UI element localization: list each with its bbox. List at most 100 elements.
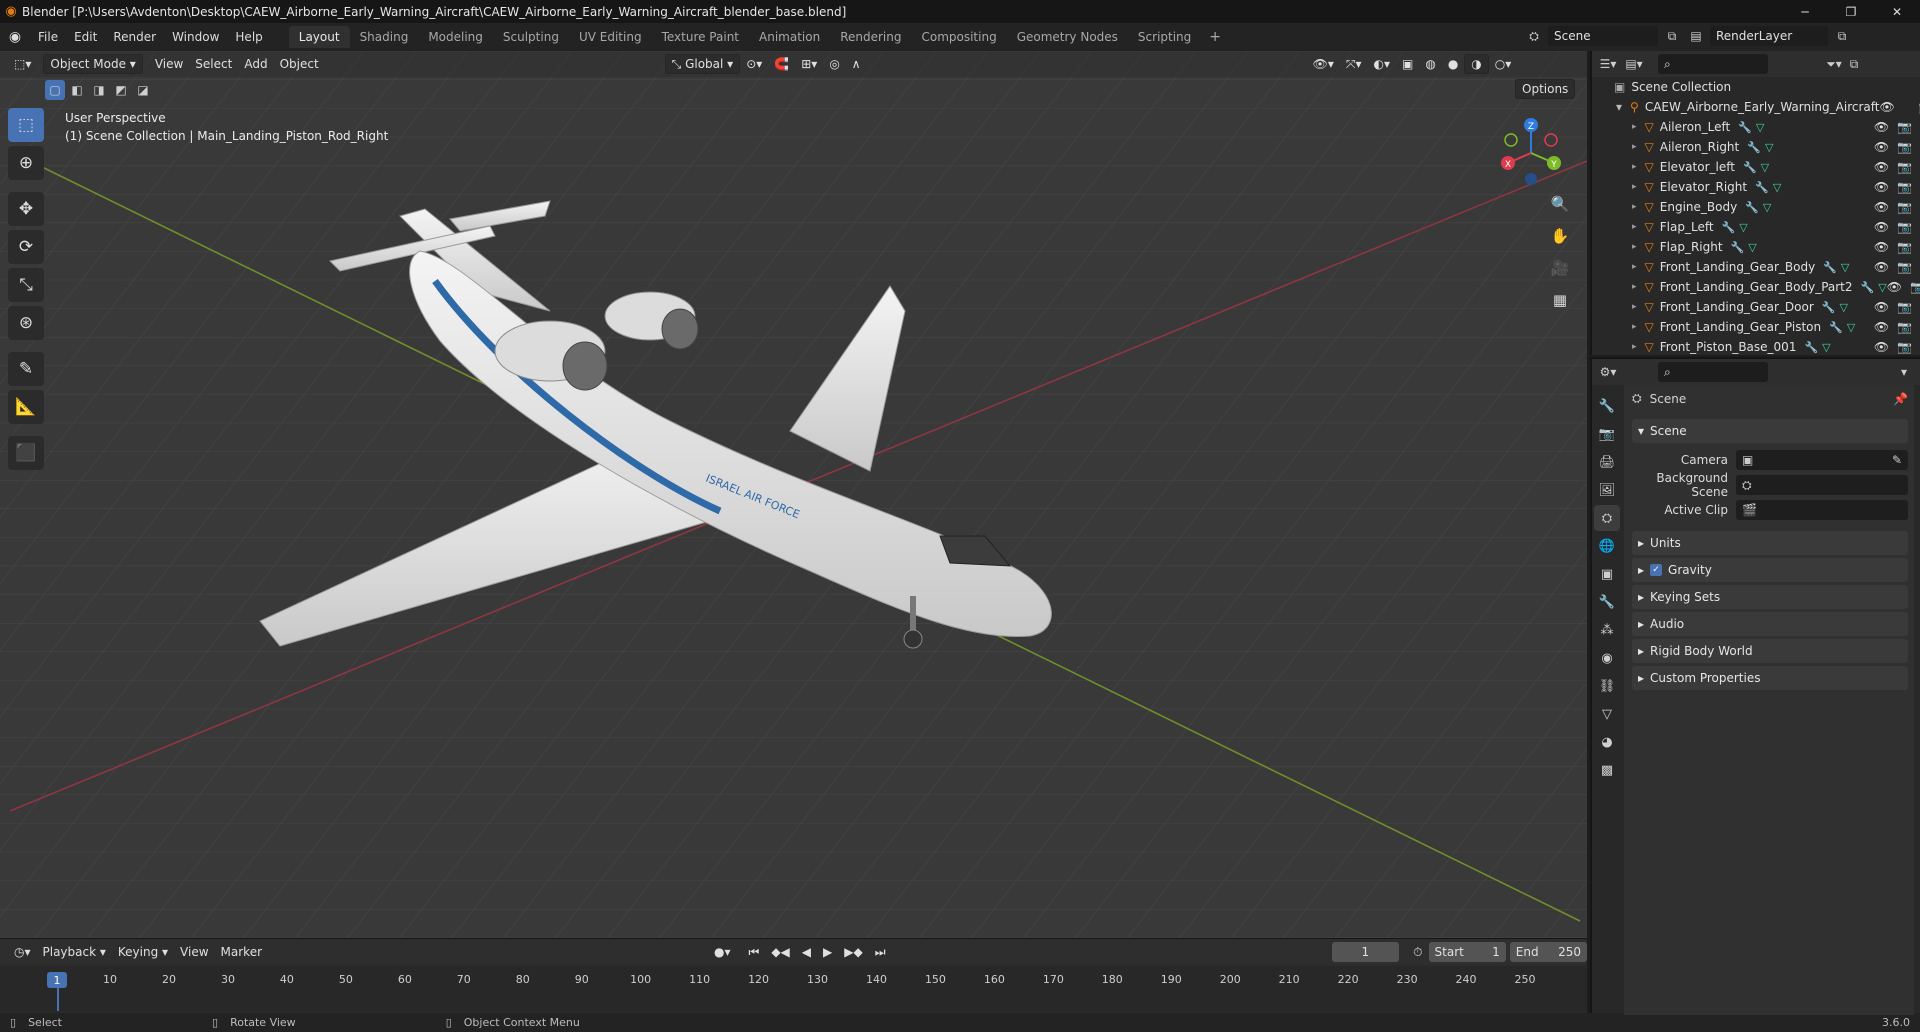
editor-type-icon[interactable]: ⬚▾: [8, 54, 37, 74]
eye-icon[interactable]: 👁: [1874, 160, 1889, 174]
aircraft-model[interactable]: ISRAEL AIR FORCE: [250, 191, 1300, 791]
modifier-tab-icon[interactable]: 🔧: [1594, 589, 1620, 615]
render-tab-icon[interactable]: 📷: [1594, 421, 1620, 447]
expand-arrow-icon[interactable]: ▾: [1616, 100, 1622, 114]
play-icon[interactable]: ▶: [817, 942, 838, 962]
navigation-gizmo[interactable]: Z Y X: [1496, 115, 1566, 185]
keying-sets-panel-header[interactable]: ▸ Keying Sets: [1632, 585, 1908, 609]
scene-field[interactable]: Scene: [1548, 26, 1658, 46]
eye-icon[interactable]: 👁: [1874, 200, 1889, 214]
playhead-frame[interactable]: 1: [47, 972, 67, 988]
eyedropper-icon[interactable]: ✎: [1892, 453, 1902, 467]
camera-toggle-icon[interactable]: 📷: [1897, 180, 1912, 194]
mesh-data-icon[interactable]: ▽: [1773, 181, 1781, 194]
scene-tab-icon[interactable]: ⛭: [1594, 505, 1620, 531]
eye-icon[interactable]: 👁: [1874, 260, 1889, 274]
rotate-icon[interactable]: ⟳: [8, 230, 44, 264]
add-workspace-icon[interactable]: +: [1201, 29, 1229, 45]
modifier-icon[interactable]: 🔧: [1738, 121, 1752, 134]
tab-scripting[interactable]: Scripting: [1128, 26, 1201, 48]
transform-icon[interactable]: ⊛: [8, 306, 44, 340]
pan-hand-icon[interactable]: ✋: [1546, 223, 1574, 249]
units-panel-header[interactable]: ▸ Units: [1632, 531, 1908, 555]
jump-start-icon[interactable]: ⏮: [743, 942, 766, 962]
tab-compositing[interactable]: Compositing: [911, 26, 1006, 48]
outliner-item[interactable]: ▸ ▽ Front_Landing_Gear_Piston 🔧 ▽ 👁 📷: [1592, 317, 1914, 337]
tab-layout[interactable]: Layout: [288, 26, 350, 48]
modifier-icon[interactable]: 🔧: [1731, 241, 1745, 254]
eye-icon[interactable]: 👁: [1887, 280, 1902, 294]
modifier-icon[interactable]: 🔧: [1743, 161, 1757, 174]
record-icon[interactable]: ●▾: [708, 942, 737, 962]
outliner-item[interactable]: ▸ ▽ Front_Landing_Gear_Body_Part2 🔧 ▽ 👁 📷: [1592, 277, 1920, 297]
wireframe-shading-icon[interactable]: ◍: [1419, 54, 1441, 74]
camera-toggle-icon[interactable]: 📷: [1910, 280, 1920, 294]
next-keyframe-icon[interactable]: ▶◆: [838, 942, 868, 962]
render-shading-icon[interactable]: ○▾: [1489, 54, 1518, 74]
pin-icon[interactable]: 📌: [1893, 392, 1908, 406]
menu-file[interactable]: File: [30, 23, 66, 51]
ortho-grid-icon[interactable]: ▦: [1546, 287, 1574, 313]
modifier-icon[interactable]: 🔧: [1804, 341, 1818, 354]
select-subtract-icon[interactable]: ◨: [89, 80, 109, 100]
tab-sculpting[interactable]: Sculpting: [493, 26, 569, 48]
mesh-data-icon[interactable]: ▽: [1847, 321, 1855, 334]
expand-arrow-icon[interactable]: ▸: [1632, 262, 1637, 272]
add-cube-icon[interactable]: ⬛: [8, 436, 44, 470]
mesh-data-icon[interactable]: ▽: [1839, 301, 1847, 314]
object-mode-dropdown[interactable]: Object Mode ▾: [43, 54, 143, 74]
mesh-data-icon[interactable]: ▽: [1748, 241, 1756, 254]
filter-icon[interactable]: ⏷▾: [1824, 54, 1844, 74]
clock-icon[interactable]: ⏱: [1407, 942, 1428, 962]
outliner-item[interactable]: ▸ ▽ Aileron_Left 🔧 ▽ 👁 📷: [1592, 117, 1914, 137]
frame-ruler[interactable]: 1 10 20 30 40 50 60 70 80 90 100 110 120 130 140 150 160…: [0, 967, 1587, 1011]
menu-render[interactable]: Render: [105, 23, 164, 51]
select-box-icon[interactable]: ⬚: [8, 108, 44, 142]
tab-rendering[interactable]: Rendering: [830, 26, 911, 48]
camera-toggle-icon[interactable]: 📷: [1897, 260, 1912, 274]
pivot-icon[interactable]: ⊙▾: [740, 54, 768, 74]
zoom-icon[interactable]: 🔍: [1546, 191, 1574, 217]
modifier-icon[interactable]: 🔧: [1747, 141, 1761, 154]
proportional-edit-icon[interactable]: ◎: [823, 54, 845, 74]
select-new-icon[interactable]: ▢: [45, 80, 65, 100]
camera-view-icon[interactable]: 🎥: [1546, 255, 1574, 281]
move-icon[interactable]: ✥: [8, 192, 44, 226]
expand-arrow-icon[interactable]: ▸: [1632, 342, 1637, 352]
mesh-data-icon[interactable]: ▽: [1841, 261, 1849, 274]
scene-panel-header[interactable]: ▾ Scene: [1632, 419, 1908, 443]
camera-toggle-icon[interactable]: 📷: [1897, 200, 1912, 214]
eye-icon[interactable]: 👁: [1874, 140, 1889, 154]
audio-panel-header[interactable]: ▸ Audio: [1632, 612, 1908, 636]
expand-arrow-icon[interactable]: ▸: [1632, 202, 1637, 212]
maximize-button[interactable]: ❐: [1828, 0, 1874, 23]
camera-toggle-icon[interactable]: 📷: [1897, 220, 1912, 234]
gravity-panel-header[interactable]: ▸ ✓ Gravity: [1632, 558, 1908, 582]
tab-texture-paint[interactable]: Texture Paint: [652, 26, 749, 48]
eye-icon[interactable]: 👁: [1874, 220, 1889, 234]
mesh-data-icon[interactable]: ▽: [1761, 161, 1769, 174]
outliner-item[interactable]: ▸ ▽ Elevator_left 🔧 ▽ 👁 📷: [1592, 157, 1914, 177]
expand-arrow-icon[interactable]: ▸: [1632, 282, 1637, 292]
current-frame-field[interactable]: 1: [1331, 942, 1400, 962]
visibility-icon[interactable]: 👁▾: [1307, 54, 1340, 74]
menu-edit[interactable]: Edit: [66, 23, 105, 51]
camera-toggle-icon[interactable]: 📷: [1897, 340, 1912, 354]
menu-object[interactable]: Object: [274, 54, 325, 74]
outliner-editor-icon[interactable]: ☰▾: [1598, 54, 1618, 74]
outliner-item[interactable]: ▸ ▽ Front_Piston_Base_001 🔧 ▽ 👁 📷: [1592, 337, 1914, 357]
modifier-icon[interactable]: 🔧: [1822, 301, 1836, 314]
minimize-button[interactable]: ─: [1782, 0, 1828, 23]
expand-arrow-icon[interactable]: ▸: [1632, 242, 1637, 252]
particles-tab-icon[interactable]: ⁂: [1594, 617, 1620, 643]
mesh-data-icon[interactable]: ▽: [1878, 281, 1886, 294]
orientation-dropdown[interactable]: ⤡ Global ▾: [664, 54, 741, 74]
jump-end-icon[interactable]: ⏭: [869, 942, 892, 962]
3d-viewport[interactable]: ISRAEL AIR FORCE ⬚▾ Object Mode ▾ View S…: [0, 51, 1587, 938]
prev-keyframe-icon[interactable]: ◆◀: [765, 942, 795, 962]
expand-arrow-icon[interactable]: ▸: [1632, 122, 1637, 132]
start-frame-field[interactable]: Start 1: [1428, 942, 1506, 962]
expand-arrow-icon[interactable]: ▸: [1632, 302, 1637, 312]
snap-icon[interactable]: 🧲: [768, 54, 795, 74]
custom-properties-panel-header[interactable]: ▸ Custom Properties: [1632, 666, 1908, 690]
